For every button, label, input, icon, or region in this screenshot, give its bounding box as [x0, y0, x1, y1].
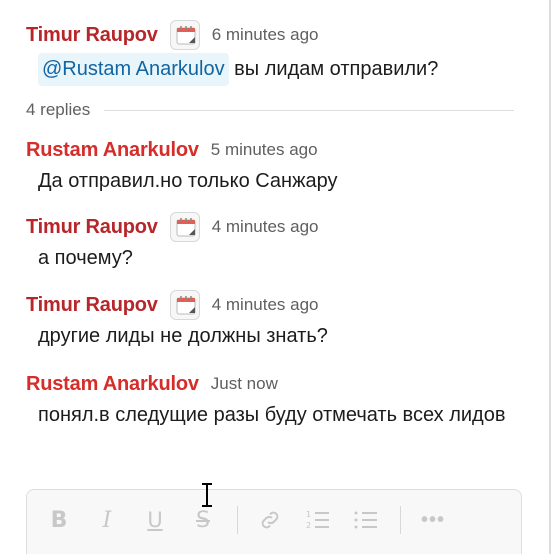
replies-divider: 4 replies: [26, 98, 514, 122]
calendar-icon[interactable]: [169, 290, 200, 320]
underline-button[interactable]: U: [141, 506, 169, 534]
message-timestamp[interactable]: 5 minutes ago: [211, 140, 318, 160]
message-reply: Rustam Anarkulov Just now понял.в следущ…: [26, 369, 506, 432]
svg-text:1: 1: [306, 510, 311, 519]
message-header: Timur Raupov 4 minutes ago: [26, 212, 526, 242]
link-icon[interactable]: [256, 506, 284, 534]
toolbar-divider: [237, 506, 238, 534]
text-cursor-icon: [202, 483, 212, 507]
strikethrough-button[interactable]: S: [189, 506, 217, 534]
bulleted-list-icon[interactable]: [352, 506, 380, 534]
message-text: а почему?: [38, 247, 133, 269]
message-header: Rustam Anarkulov Just now: [26, 369, 506, 399]
message-text: понял.в следущие разы буду отмечать всех…: [38, 404, 506, 426]
calendar-icon[interactable]: [169, 212, 200, 242]
message-composer[interactable]: B I U S 1 2 •••: [26, 489, 522, 554]
message-text: Да отправил.но только Санжару: [38, 170, 338, 192]
divider-line: [104, 109, 514, 111]
message-timestamp[interactable]: 4 minutes ago: [212, 295, 319, 315]
toolbar-divider: [400, 506, 401, 534]
more-formatting-button[interactable]: •••: [419, 506, 447, 534]
message-timestamp[interactable]: 4 minutes ago: [212, 217, 319, 237]
user-mention[interactable]: @Rustam Anarkulov: [38, 53, 229, 86]
message-header: Timur Raupov 6 minutes ago: [26, 20, 526, 50]
message-reply: Timur Raupov 4 minutes ago другие лиды н…: [26, 290, 526, 353]
message-text: вы лидам отправили?: [228, 58, 439, 80]
svg-text:2: 2: [306, 521, 311, 530]
message-text: другие лиды не должны знать?: [38, 325, 328, 347]
message-parent: Timur Raupov 6 minutes ago @Rustam Anark…: [26, 20, 526, 86]
author-name[interactable]: Rustam Anarkulov: [26, 139, 199, 162]
message-timestamp[interactable]: 6 minutes ago: [212, 25, 319, 45]
bold-button[interactable]: B: [45, 506, 73, 534]
ordered-list-icon[interactable]: 1 2: [304, 506, 332, 534]
message-reply: Timur Raupov 4 minutes ago а почему?: [26, 212, 526, 275]
author-name[interactable]: Rustam Anarkulov: [26, 373, 199, 396]
calendar-icon[interactable]: [169, 20, 200, 50]
message-timestamp[interactable]: Just now: [211, 374, 278, 394]
message-reply: Rustam Anarkulov 5 minutes ago Да отправ…: [26, 135, 526, 198]
author-name[interactable]: Timur Raupov: [26, 294, 158, 317]
italic-button[interactable]: I: [93, 506, 121, 534]
message-header: Timur Raupov 4 minutes ago: [26, 290, 526, 320]
replies-count: 4 replies: [26, 100, 91, 119]
author-name[interactable]: Timur Raupov: [26, 24, 158, 47]
message-header: Rustam Anarkulov 5 minutes ago: [26, 135, 526, 165]
formatting-toolbar: B I U S 1 2 •••: [27, 490, 521, 550]
author-name[interactable]: Timur Raupov: [26, 216, 158, 239]
message-body: @Rustam Anarkulov вы лидам отправили?: [38, 53, 526, 86]
